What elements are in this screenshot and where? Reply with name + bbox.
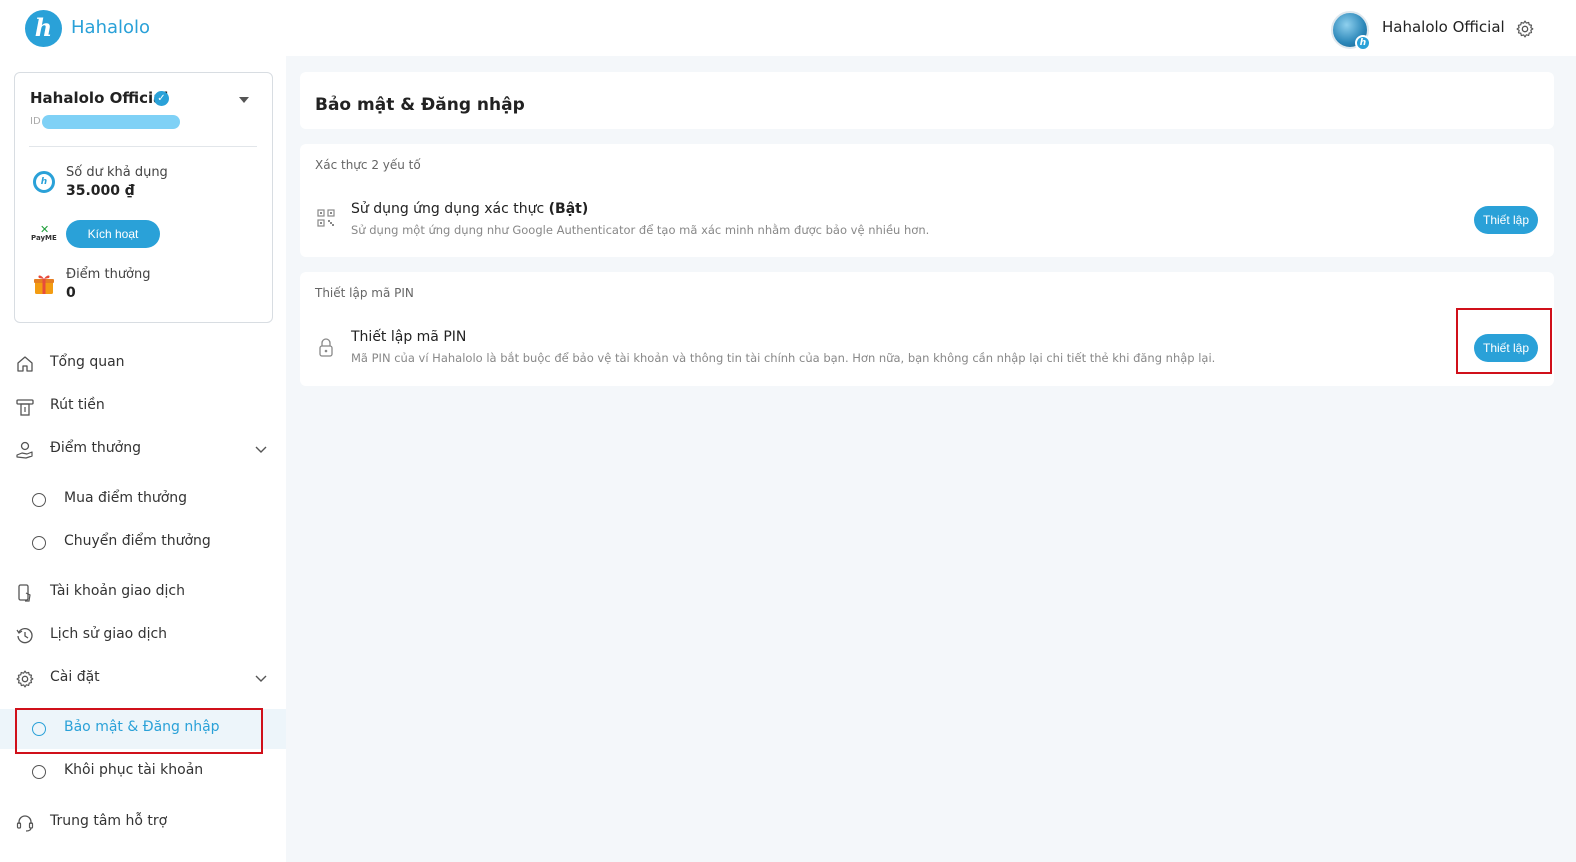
nav-sub-label: Mua điểm thưởng [64, 490, 188, 506]
hahalolo-logo-icon[interactable]: h [25, 10, 62, 47]
header-user-name[interactable]: Hahalolo Official [1382, 18, 1505, 36]
nav-sub-item-buy-points[interactable]: Mua điểm thưởng [0, 480, 286, 520]
qr-code-icon [317, 209, 335, 227]
nav-item-overview[interactable]: Tổng quan [0, 344, 286, 384]
nav-sub-label: Chuyển điểm thưởng [64, 533, 211, 549]
nav-item-trading-account[interactable]: Tài khoản giao dịch [0, 573, 286, 613]
headset-icon [16, 815, 34, 832]
account-dropdown-caret-icon[interactable] [239, 97, 249, 103]
section-label: Xác thực 2 yếu tố [315, 158, 421, 172]
section-label: Thiết lập mã PIN [315, 286, 414, 300]
points-label: Điểm thưởng [66, 267, 151, 282]
withdraw-icon [16, 399, 34, 416]
main-content: Bảo mật & Đăng nhập Xác thực 2 yếu tố Sử… [286, 56, 1576, 862]
two-factor-title: Sử dụng ứng dụng xác thực (Bật) [351, 201, 588, 217]
brand-name[interactable]: Hahalolo [71, 17, 150, 38]
balance-value: 35.000 ₫ [66, 183, 135, 199]
sidebar: Hahalolo Official ✓ ID h Số dư khả dụng … [0, 56, 286, 862]
payme-icon: ✕ PayME [31, 223, 57, 242]
wallet-balance-icon: h [33, 171, 55, 193]
nav-label: Cài đặt [50, 669, 100, 685]
account-id-label: ID [30, 116, 41, 127]
two-factor-title-text: Sử dụng ứng dụng xác thực [351, 201, 545, 217]
nav-item-rewards[interactable]: Điểm thưởng [0, 430, 286, 470]
account-card: Hahalolo Official ✓ ID h Số dư khả dụng … [14, 72, 273, 323]
nav-label: Rút tiền [50, 397, 105, 413]
nav-item-history[interactable]: Lịch sử giao dịch [0, 616, 286, 656]
nav-item-withdraw[interactable]: Rút tiền [0, 387, 286, 427]
nav-sub-label: Khôi phục tài khoản [64, 762, 204, 778]
home-icon [17, 356, 33, 372]
circle-bullet-icon [32, 493, 46, 507]
pin-card: Thiết lập mã PIN Thiết lập mã PIN Mã PIN… [300, 272, 1554, 386]
hahalolo-badge-icon: h [1355, 35, 1371, 51]
lock-icon [319, 338, 333, 357]
nav-sub-item-account-recovery[interactable]: Khôi phục tài khoản [0, 752, 286, 792]
page-title-card: Bảo mật & Đăng nhập [300, 72, 1554, 129]
points-value: 0 [66, 285, 76, 301]
nav-label: Điểm thưởng [50, 440, 141, 456]
chevron-down-icon [255, 675, 267, 682]
nav-label: Lịch sử giao dịch [50, 626, 168, 642]
payme-text: PayME [31, 234, 57, 242]
pin-title: Thiết lập mã PIN [351, 329, 467, 345]
chevron-down-icon [255, 446, 267, 453]
gear-icon[interactable] [1515, 19, 1535, 39]
nav-sub-item-transfer-points[interactable]: Chuyển điểm thưởng [0, 523, 286, 563]
settings-gear-icon [16, 670, 34, 688]
nav-label: Tài khoản giao dịch [50, 583, 186, 599]
two-factor-description: Sử dụng một ứng dụng như Google Authenti… [351, 223, 930, 237]
nav-item-support[interactable]: Trung tâm hỗ trợ [0, 803, 286, 843]
activate-button[interactable]: Kích hoạt [66, 220, 160, 248]
page-title: Bảo mật & Đăng nhập [315, 95, 525, 115]
highlight-box [15, 708, 263, 754]
reward-hand-icon [16, 441, 33, 459]
circle-bullet-icon [32, 536, 46, 550]
two-factor-card: Xác thực 2 yếu tố Sử dụng ứng dụng xác t… [300, 144, 1554, 257]
nav-item-settings[interactable]: Cài đặt [0, 659, 286, 699]
nav-label: Tổng quan [50, 354, 125, 370]
circle-bullet-icon [32, 765, 46, 779]
pin-description: Mã PIN của ví Hahalolo là bắt buộc để bả… [351, 351, 1216, 365]
two-factor-status: (Bật) [548, 201, 589, 217]
history-icon [16, 628, 33, 644]
trading-account-icon [18, 584, 31, 602]
balance-label: Số dư khả dụng [66, 165, 168, 180]
avatar[interactable]: h [1331, 11, 1371, 51]
account-id-masked [42, 115, 180, 129]
gift-icon [34, 275, 54, 294]
verified-check-icon: ✓ [154, 91, 169, 106]
divider [29, 146, 257, 147]
highlight-box [1456, 308, 1552, 374]
account-name: Hahalolo Official [30, 89, 169, 107]
two-factor-setup-button[interactable]: Thiết lập [1474, 206, 1538, 234]
nav-label: Trung tâm hỗ trợ [50, 813, 168, 829]
top-header: h Hahalolo h Hahalolo Official [0, 0, 1576, 56]
